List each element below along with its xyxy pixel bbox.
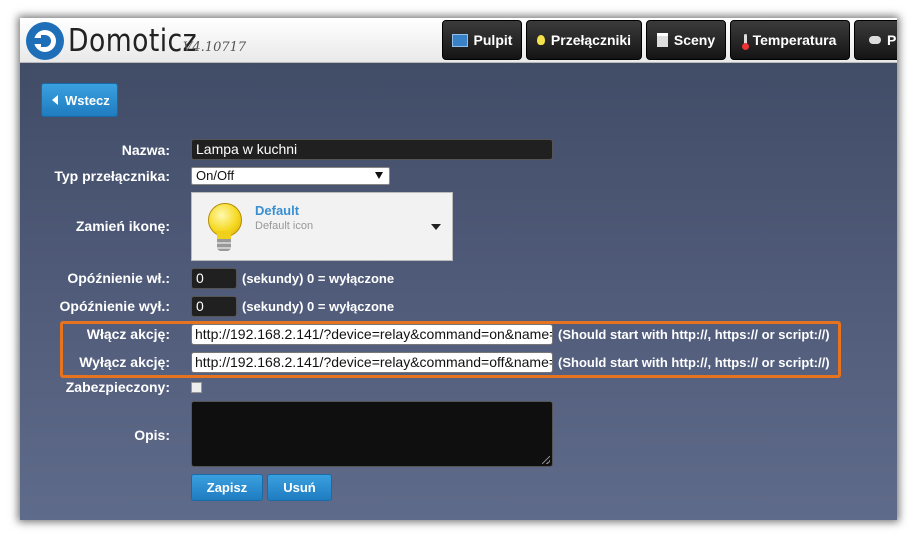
on-delay-field[interactable]: 0 xyxy=(191,268,237,289)
arrow-left-icon xyxy=(52,95,58,105)
protected-label: Zabezpieczony: xyxy=(65,379,170,395)
nav-pulpit[interactable]: Pulpit xyxy=(442,20,522,60)
nav-pogoda[interactable]: P xyxy=(854,20,897,60)
on-delay-label: Opóźnienie wł.: xyxy=(67,270,170,286)
nav-temperatura[interactable]: Temperatura xyxy=(730,20,850,60)
domoticz-logo-icon xyxy=(26,22,64,60)
lightbulb-icon xyxy=(208,203,242,253)
nav-label: Sceny xyxy=(673,32,716,48)
back-button[interactable]: Wstecz xyxy=(41,83,118,117)
nav-label: Przełączniki xyxy=(550,32,632,48)
app-version: V4.10717 xyxy=(183,40,247,55)
name-field[interactable]: Lampa w kuchni xyxy=(191,139,553,160)
chevron-down-icon xyxy=(375,172,383,179)
description-label: Opis: xyxy=(134,427,170,443)
header: Domoticz V4.10717 Pulpit Przełączniki Sc… xyxy=(20,18,897,63)
app-name: Domoticz xyxy=(68,23,198,59)
off-action-label: Wyłącz akcję: xyxy=(79,354,170,370)
off-action-field[interactable]: http://192.168.2.141/?device=relay&comma… xyxy=(191,352,553,373)
dashboard-icon xyxy=(451,33,468,47)
caret-down-icon xyxy=(431,224,441,230)
icon-title: Default xyxy=(255,203,300,218)
resize-grip-icon[interactable] xyxy=(542,456,550,464)
nav-label: P xyxy=(887,32,897,48)
description-textarea[interactable] xyxy=(191,401,553,467)
icon-subtitle: Default icon xyxy=(255,220,314,232)
switch-type-value: On/Off xyxy=(196,168,235,183)
off-delay-field[interactable]: 0 xyxy=(191,296,237,317)
thermometer-icon xyxy=(741,33,749,50)
switch-type-label: Typ przełącznika: xyxy=(54,168,170,184)
protected-checkbox[interactable] xyxy=(191,382,202,393)
on-action-field[interactable]: http://192.168.2.141/?device=relay&comma… xyxy=(191,324,553,345)
on-action-hint: (Should start with http://, https:// or … xyxy=(558,327,830,342)
icon-label: Zamień ikonę: xyxy=(75,218,170,234)
on-delay-hint: (sekundy) 0 = wyłączone xyxy=(242,271,395,286)
back-label: Wstecz xyxy=(65,92,110,108)
nav-przelaczniki[interactable]: Przełączniki xyxy=(526,20,642,60)
nav-label: Temperatura xyxy=(752,32,837,48)
save-button[interactable]: Zapisz xyxy=(191,474,263,501)
off-action-hint: (Should start with http://, https:// or … xyxy=(558,355,830,370)
delete-button[interactable]: Usuń xyxy=(267,474,332,501)
off-delay-hint: (sekundy) 0 = wyłączone xyxy=(242,299,395,314)
name-label: Nazwa: xyxy=(121,142,170,158)
app-window: Domoticz V4.10717 Pulpit Przełączniki Sc… xyxy=(20,18,897,520)
on-action-label: Włącz akcję: xyxy=(86,326,170,342)
lightbulb-icon xyxy=(536,35,545,45)
nav-label: Pulpit xyxy=(473,32,513,48)
switch-type-select[interactable]: On/Off xyxy=(191,167,390,185)
weather-icon xyxy=(869,36,881,44)
off-delay-label: Opóźnienie wył.: xyxy=(59,298,170,314)
clapperboard-icon xyxy=(656,33,668,47)
nav-sceny[interactable]: Sceny xyxy=(646,20,726,60)
icon-picker[interactable]: Default Default icon xyxy=(191,192,453,261)
